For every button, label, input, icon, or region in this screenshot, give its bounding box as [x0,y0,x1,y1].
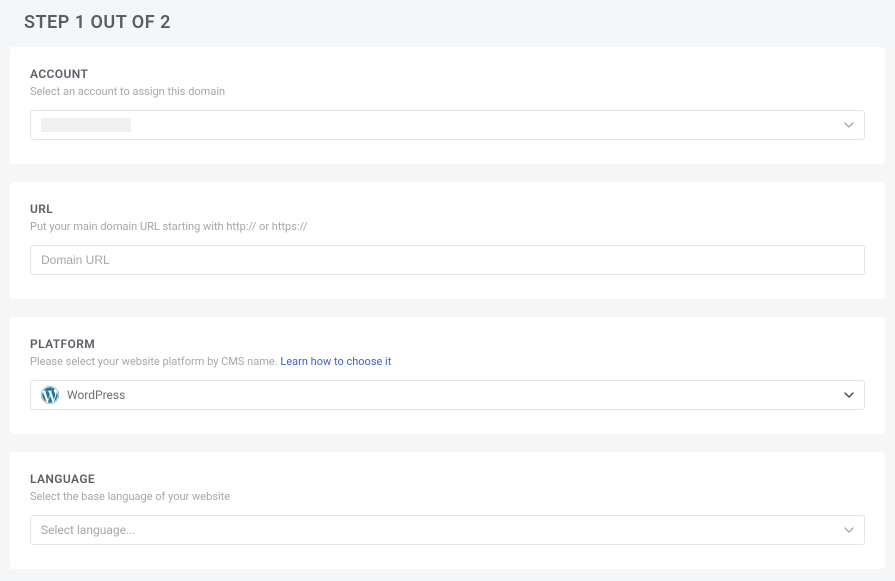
account-card: ACCOUNT Select an account to assign this… [10,47,885,164]
account-heading: ACCOUNT [30,67,865,81]
platform-learn-link[interactable]: Learn how to choose it [280,355,391,368]
account-select-value [41,118,131,132]
chevron-down-icon [844,392,854,398]
chevron-down-icon [844,122,854,128]
language-select[interactable]: Select language... [30,515,865,545]
platform-subtext-text: Please select your website platform by C… [30,355,280,368]
platform-card: PLATFORM Please select your website plat… [10,317,885,434]
account-subtext: Select an account to assign this domain [30,85,865,98]
url-input[interactable] [30,245,865,275]
page-title: STEP 1 OUT OF 2 [24,12,885,33]
language-select-value: Select language... [41,523,136,537]
account-redacted-placeholder [41,118,131,132]
language-heading: LANGUAGE [30,472,865,486]
language-card: LANGUAGE Select the base language of you… [10,452,885,569]
platform-select-value: WordPress [41,386,125,404]
chevron-down-icon [844,527,854,533]
wordpress-icon [41,386,59,404]
platform-select[interactable]: WordPress [30,380,865,410]
url-subtext: Put your main domain URL starting with h… [30,220,865,233]
platform-subtext: Please select your website platform by C… [30,355,865,368]
url-heading: URL [30,202,865,216]
platform-selected-label: WordPress [67,388,125,402]
platform-heading: PLATFORM [30,337,865,351]
url-card: URL Put your main domain URL starting wi… [10,182,885,299]
language-placeholder: Select language... [41,523,136,537]
account-select[interactable] [30,110,865,140]
language-subtext: Select the base language of your website [30,490,865,503]
